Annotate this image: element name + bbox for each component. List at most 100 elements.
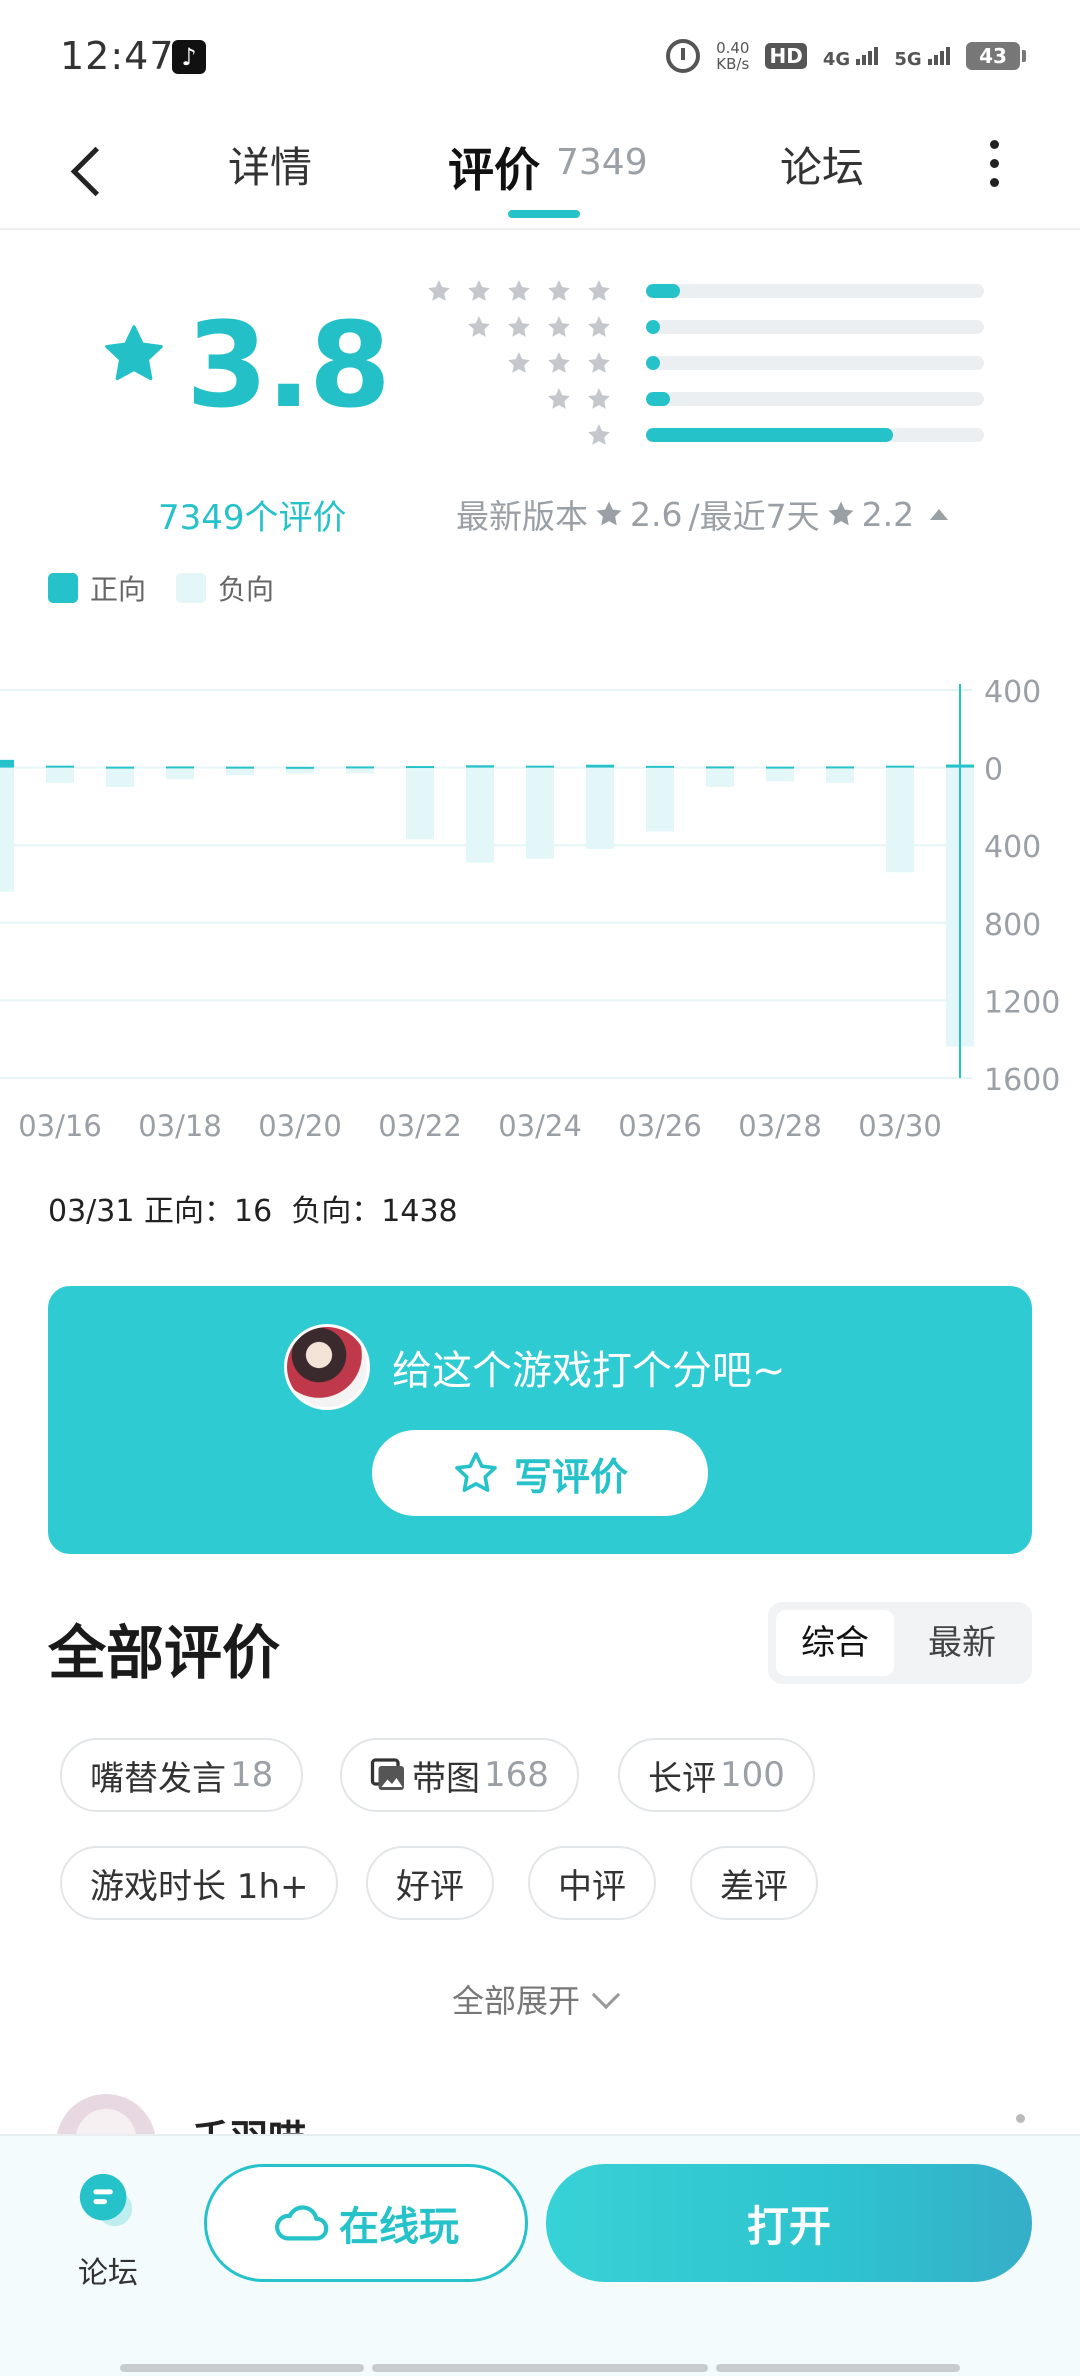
rating-dist-bar [646, 428, 984, 442]
legend-negative-label: 负向 [218, 573, 275, 606]
bottom-action-bar: 论坛 在线玩 打开 [0, 2134, 1080, 2376]
review-count-label: 7349个评价 [158, 498, 347, 538]
y-tick-label: 1600 [984, 1063, 1060, 1098]
tab-reviews-count: 7349 [556, 142, 648, 183]
y-tick-label: 800 [984, 908, 1041, 943]
negative-bar [646, 767, 674, 832]
daily-rating-chart[interactable]: 400 0 400 800 1200 1600 03/16 03/18 03/20 03/22 03… [0, 660, 1080, 1140]
star-outline-icon [455, 1452, 497, 1492]
selected-positive-label: 正向 [144, 1194, 205, 1229]
filter-chip[interactable]: 游戏时长 1h+ [60, 1846, 339, 1920]
filter-chip[interactable]: 好评 [366, 1846, 494, 1920]
star-icon [468, 316, 490, 337]
chip-label: 带图 [412, 1758, 480, 1799]
star-icon [508, 280, 530, 301]
rating-dist-stars [506, 350, 626, 376]
selected-negative-label: 负向 [291, 1194, 352, 1229]
rate-game-card: 给这个游戏打个分吧~ 写评价 [48, 1286, 1032, 1554]
y-tick-label: 400 [984, 675, 1041, 710]
negative-bar [226, 767, 254, 776]
chip-label: 长评 [648, 1758, 716, 1799]
positive-bar [466, 765, 494, 768]
rating-dist-bar [646, 284, 984, 298]
version-rating-line[interactable]: 最新版本 2.6 /最近7天 2.2 [456, 490, 949, 538]
alarm-icon [666, 39, 701, 73]
filter-chip[interactable]: 嘴替发言 18 [60, 1738, 304, 1812]
gesture-bar [120, 2364, 364, 2372]
positive-bar [286, 766, 314, 769]
battery-icon: 43 [966, 42, 1026, 70]
chip-count: 100 [720, 1755, 785, 1795]
review-menu-icon[interactable] [1016, 2114, 1025, 2123]
filter-chip[interactable]: 带图 168 [340, 1738, 579, 1812]
negative-bar [46, 767, 74, 784]
write-review-button[interactable]: 写评价 [372, 1430, 708, 1516]
x-tick-label: 03/20 [258, 1109, 342, 1140]
positive-bar [646, 765, 674, 768]
positive-bar [0, 759, 14, 768]
positive-bar [106, 766, 134, 769]
recent-label: /最近7天 [688, 497, 820, 536]
positive-bar [886, 765, 914, 768]
star-icon [548, 352, 570, 373]
star-icon [468, 280, 490, 301]
star-icon [596, 501, 622, 526]
selected-date: 03/31 [48, 1194, 135, 1229]
rating-dist-row [428, 386, 988, 412]
filter-chip[interactable]: 差评 [690, 1846, 818, 1920]
x-tick-label: 03/16 [18, 1109, 102, 1140]
negative-bar [406, 767, 434, 840]
collapse-triangle-icon [930, 508, 949, 520]
tab-reviews[interactable]: 评价 [448, 134, 540, 200]
negative-bar [706, 767, 734, 787]
play-online-label: 在线玩 [339, 2204, 459, 2250]
star-icon [828, 501, 854, 526]
colon: ： [204, 1194, 235, 1229]
filter-chip[interactable]: 中评 [528, 1846, 656, 1920]
filter-chip[interactable]: 长评 100 [618, 1738, 815, 1812]
forum-icon[interactable] [76, 2170, 138, 2232]
rating-dist-stars [586, 422, 626, 448]
star-icon [588, 316, 610, 337]
status-time: 12:47 [60, 34, 175, 78]
open-button[interactable]: 打开 [546, 2164, 1032, 2282]
star-icon [588, 388, 610, 409]
latest-version-label: 最新版本 [456, 497, 588, 536]
tiktok-notification-icon: ♪ [172, 40, 206, 74]
x-tick-label: 03/28 [738, 1109, 822, 1140]
rate-prompt: 给这个游戏打个分吧~ [392, 1348, 786, 1394]
y-tick-label: 0 [984, 753, 1003, 788]
rating-dist-bar [646, 392, 984, 406]
selected-positive-value: 16 [234, 1194, 273, 1229]
write-review-label: 写评价 [513, 1454, 628, 1499]
play-online-button[interactable]: 在线玩 [204, 2164, 528, 2282]
tab-details[interactable]: 详情 [228, 134, 312, 195]
tab-forum[interactable]: 论坛 [780, 134, 864, 195]
forum-label[interactable]: 论坛 [78, 2248, 138, 2292]
chip-label: 好评 [396, 1866, 464, 1907]
negative-bar [826, 767, 854, 784]
negative-bar [886, 767, 914, 873]
x-tick-label: 03/30 [858, 1109, 942, 1140]
back-icon[interactable] [66, 138, 106, 202]
expand-all-button[interactable]: 全部展开 [452, 1976, 621, 2022]
positive-bar [826, 766, 854, 769]
negative-bar [766, 767, 794, 782]
more-options-icon[interactable] [986, 140, 1002, 200]
signal-4g-icon: 4G [823, 43, 879, 70]
star-icon [548, 388, 570, 409]
network-speed-value: 0.40 [716, 39, 750, 57]
chevron-down-icon [591, 1980, 621, 2010]
positive-bar [706, 766, 734, 769]
sort-latest[interactable]: 最新 [900, 1610, 1024, 1676]
positive-bar [226, 766, 254, 769]
image-icon [370, 1758, 404, 1790]
positive-bar [46, 765, 74, 768]
rating-dist-fill [646, 356, 660, 370]
active-tab-indicator [508, 210, 580, 218]
positive-bar [166, 766, 194, 769]
negative-bar [106, 767, 134, 787]
rating-dist-fill [646, 284, 680, 298]
chart-svg[interactable]: 400 0 400 800 1200 1600 03/16 03/18 03/20 03/22 03… [0, 660, 1080, 1140]
sort-comprehensive[interactable]: 综合 [776, 1610, 894, 1676]
